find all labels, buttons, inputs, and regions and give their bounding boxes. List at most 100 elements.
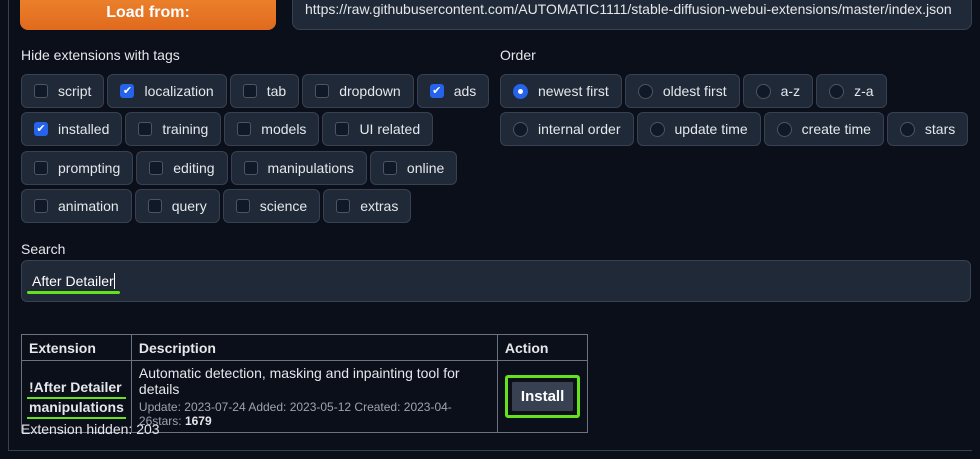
tag-label: manipulations [267, 160, 354, 176]
check-icon[interactable]: ✔ [429, 84, 444, 98]
tag-label: dropdown [339, 83, 401, 99]
order-label: Order [500, 47, 536, 63]
order-radio-internal-order[interactable]: internal order [500, 112, 634, 146]
hidden-count-text: Extension hidden: 203 [21, 421, 160, 437]
checkbox-icon[interactable] [34, 199, 48, 213]
check-icon[interactable]: ✔ [34, 122, 48, 136]
tag-label: ads [453, 83, 477, 99]
tag-label: online [406, 160, 445, 176]
order-radio-a-z[interactable]: a-z [742, 74, 814, 108]
order-row: newest first oldest first a-z z-a [500, 74, 887, 108]
radio-icon[interactable] [899, 121, 915, 137]
checkbox-icon[interactable] [147, 199, 162, 213]
install-highlight: Install [504, 375, 581, 418]
radio-icon[interactable] [776, 121, 792, 137]
hide-tags-row: animation query science extras [21, 189, 412, 223]
tag-label: localization [144, 83, 214, 99]
radio-icon[interactable] [649, 121, 665, 137]
order-label-text: stars [924, 121, 956, 137]
tag-checkbox-tab[interactable]: tab [229, 74, 300, 108]
hide-tags-row: script ✔ localization tab dropdown ✔ ads [21, 74, 490, 108]
search-input[interactable]: After Detailer [21, 260, 971, 302]
tag-label: science [259, 198, 308, 214]
checkbox-icon[interactable] [34, 84, 48, 98]
tag-label: extras [360, 198, 399, 214]
order-radio-oldest-first[interactable]: oldest first [624, 74, 740, 108]
order-radio-z-a[interactable]: z-a [816, 74, 887, 108]
text-cursor [113, 273, 115, 289]
install-button[interactable]: Install [510, 381, 575, 412]
tag-checkbox-ui-related[interactable]: UI related [322, 112, 434, 146]
tag-checkbox-science[interactable]: science [222, 189, 321, 223]
checkbox-icon[interactable] [34, 161, 48, 175]
action-cell: Install [496, 360, 589, 433]
checkbox-icon[interactable] [315, 84, 330, 98]
tag-label: tab [266, 83, 287, 99]
checkbox-icon[interactable] [243, 161, 258, 175]
extension-meta: Update: 2023-07-24 Added: 2023-05-12 Cre… [139, 400, 490, 428]
tag-checkbox-script[interactable]: script [21, 74, 105, 108]
tag-checkbox-installed[interactable]: ✔ installed [21, 112, 123, 146]
tag-checkbox-dropdown[interactable]: dropdown [302, 74, 414, 108]
checkbox-icon[interactable] [138, 122, 153, 136]
extensions-table: Extension Description Action !After Deta… [21, 334, 589, 433]
col-header-extension: Extension [21, 334, 132, 361]
order-label-text: newest first [538, 83, 609, 99]
extension-description: Automatic detection, masking and inpaint… [138, 365, 460, 397]
checkbox-icon[interactable] [235, 199, 250, 213]
load-from-button[interactable]: Load from: [20, 0, 276, 30]
order-row: internal order update time create time star… [500, 112, 969, 146]
order-label-text: oldest first [662, 83, 727, 99]
order-label-text: create time [801, 121, 871, 137]
checkbox-icon[interactable] [242, 84, 257, 98]
tag-checkbox-editing[interactable]: editing [136, 151, 228, 185]
tag-checkbox-extras[interactable]: extras [323, 189, 412, 223]
order-label-text: update time [674, 121, 748, 137]
check-icon[interactable]: ✔ [120, 84, 135, 98]
hide-tags-row: prompting editing manipulations online [21, 151, 458, 185]
tag-checkbox-online[interactable]: online [369, 151, 458, 185]
order-radio-stars[interactable]: stars [886, 112, 969, 146]
radio-dot-icon[interactable] [513, 83, 528, 99]
url-input[interactable]: https://raw.githubusercontent.com/AUTOMA… [292, 0, 972, 30]
checkbox-icon[interactable] [335, 122, 350, 136]
radio-icon[interactable] [829, 83, 845, 99]
tag-checkbox-manipulations[interactable]: manipulations [230, 151, 367, 185]
col-header-description: Description [130, 334, 498, 361]
tag-checkbox-prompting[interactable]: prompting [21, 151, 134, 185]
radio-icon[interactable] [637, 83, 653, 99]
extension-name-link[interactable]: !After Detailer [29, 379, 122, 395]
search-value: After Detailer [32, 273, 114, 289]
tag-label: training [162, 121, 209, 137]
radio-icon[interactable] [513, 121, 528, 137]
tag-label: models [261, 121, 307, 137]
col-header-action: Action [496, 334, 589, 361]
tag-label: animation [58, 198, 119, 214]
hide-tags-row: ✔ installed training models UI related [21, 112, 434, 146]
tag-checkbox-animation[interactable]: animation [21, 189, 132, 223]
radio-icon[interactable] [755, 83, 771, 99]
checkbox-icon[interactable] [149, 161, 164, 175]
tag-label: query [171, 198, 207, 214]
order-radio-newest-first[interactable]: newest first [500, 74, 622, 108]
tag-label: editing [173, 160, 215, 176]
tag-checkbox-query[interactable]: query [134, 189, 220, 223]
order-radio-create-time[interactable]: create time [763, 112, 884, 146]
order-radio-update-time[interactable]: update time [636, 112, 761, 146]
extension-tag: manipulations [29, 398, 124, 415]
checkbox-icon[interactable] [237, 122, 252, 136]
tag-label: prompting [58, 160, 121, 176]
tag-checkbox-localization[interactable]: ✔ localization [107, 74, 227, 108]
order-label-text: a-z [780, 83, 801, 99]
description-cell: Automatic detection, masking and inpaint… [130, 360, 498, 433]
order-label-text: internal order [538, 121, 621, 137]
tag-label: installed [58, 121, 110, 137]
tag-checkbox-models[interactable]: models [224, 112, 320, 146]
checkbox-icon[interactable] [382, 161, 397, 175]
hide-tags-label: Hide extensions with tags [21, 47, 180, 63]
tag-checkbox-ads[interactable]: ✔ ads [416, 74, 490, 108]
tag-checkbox-training[interactable]: training [125, 112, 222, 146]
search-highlight-underline [27, 291, 120, 294]
checkbox-icon[interactable] [336, 199, 351, 213]
tag-highlight-underline [27, 416, 126, 419]
